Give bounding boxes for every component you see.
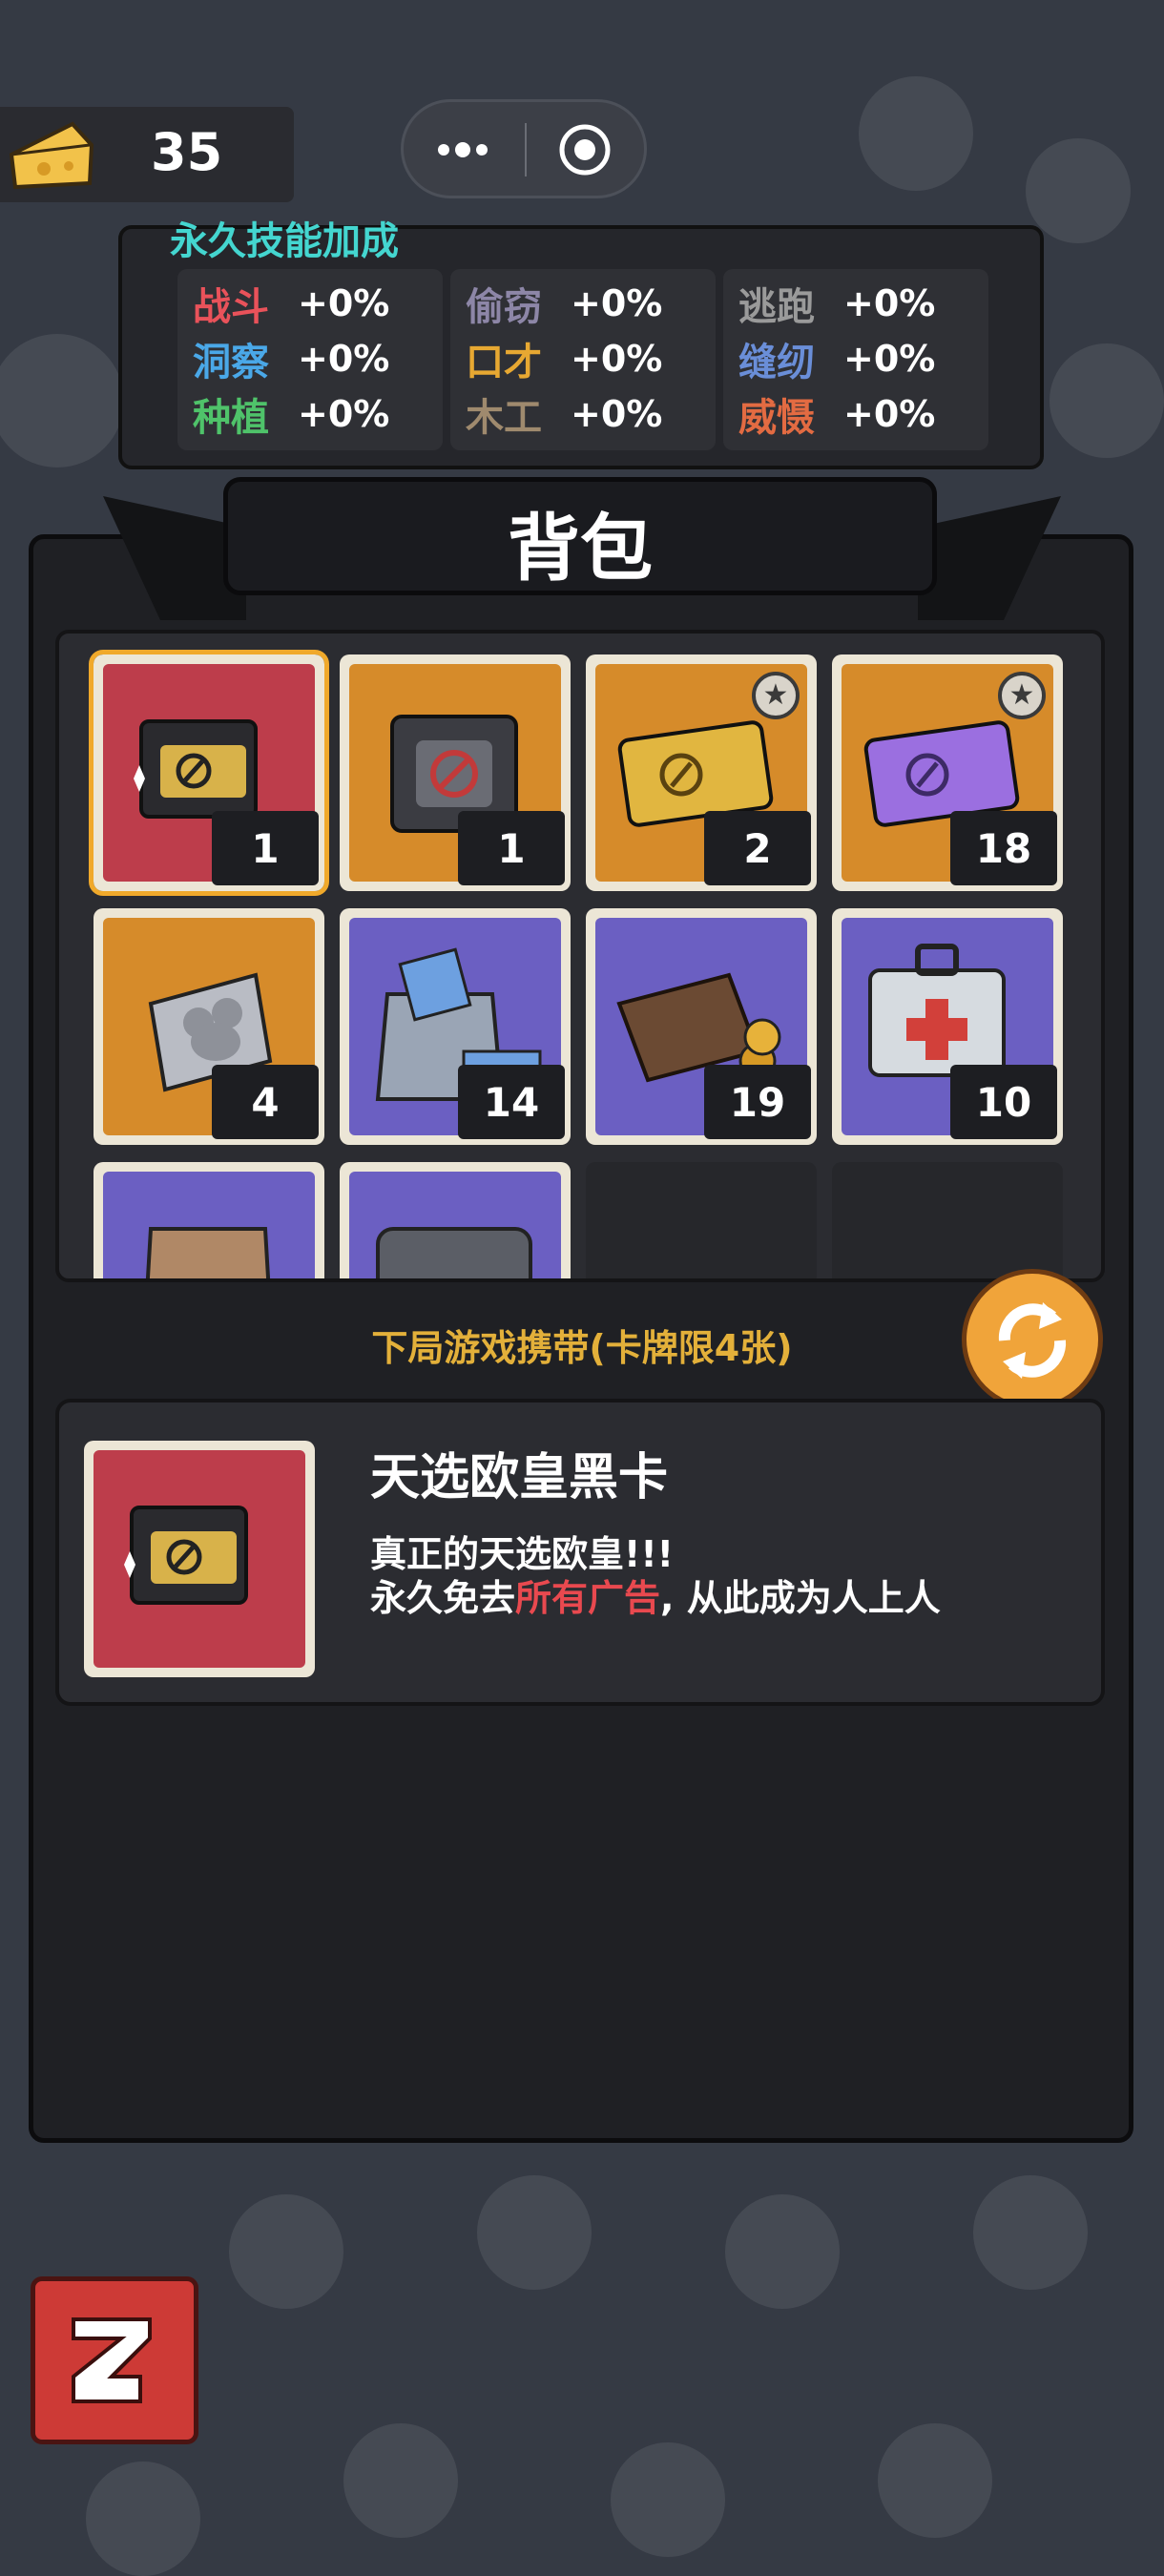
skill-value: +0% (571, 338, 663, 380)
backpack-banner: 背包 (223, 477, 937, 595)
item-card-mouse-token[interactable]: 4 (94, 908, 324, 1145)
desc-highlight: 所有广告 (515, 1577, 661, 1619)
item-detail-panel: 天选欧皇黑卡 真正的天选欧皇!!! 永久免去所有广告, 从此成为人上人 (55, 1399, 1105, 1706)
empty-slot (832, 1162, 1063, 1278)
desc-text: , 从此成为人上人 (660, 1577, 941, 1619)
skill-row: 战斗 +0% (193, 277, 389, 330)
star-badge-icon: ★ (752, 672, 800, 719)
item-count: 14 (458, 1065, 565, 1139)
skill-name: 洞察 (193, 341, 269, 384)
item-count: 19 (704, 1065, 811, 1139)
card-art (94, 1450, 305, 1668)
empty-slot (586, 1162, 817, 1278)
item-card-cash-bag[interactable]: 14 (340, 908, 571, 1145)
skill-name: 口才 (466, 341, 542, 384)
skill-row: 种植 +0% (193, 387, 389, 441)
item-card-black-card[interactable]: 1 (89, 650, 329, 896)
back-button[interactable] (31, 2276, 198, 2444)
skill-row: 威慑 +0% (738, 387, 935, 441)
skill-name: 木工 (466, 396, 542, 440)
item-card-gold-ticket[interactable]: ★ 2 (586, 654, 817, 891)
skill-value: +0% (571, 393, 663, 435)
item-count: 1 (458, 811, 565, 885)
swap-arrows-icon (998, 1302, 1067, 1379)
item-count: 2 (704, 811, 811, 885)
skill-column-3: 逃跑 +0% 缝纫 +0% 威慑 +0% (723, 269, 988, 450)
skill-row: 口才 +0% (466, 332, 662, 385)
metal-case-icon (376, 1227, 532, 1278)
cheese-currency: 35 (0, 107, 294, 202)
skill-name: 逃跑 (738, 285, 815, 329)
skill-value: +0% (843, 338, 936, 380)
item-count: 18 (950, 811, 1057, 885)
item-count: 1 (212, 811, 319, 885)
skill-row: 偷窃 +0% (466, 277, 662, 330)
paper-bag-icon (145, 1227, 271, 1278)
item-card-paper-bag[interactable] (94, 1162, 324, 1278)
card-art (349, 1172, 561, 1278)
skill-bonus-panel: 永久技能加成 战斗 +0% 洞察 +0% 种植 +0% 偷窃 +0% 口才 +0… (118, 219, 1044, 469)
skill-bonus-title: 永久技能加成 (170, 219, 399, 263)
detail-item-card (84, 1441, 315, 1677)
backpack-title: 背包 (508, 506, 653, 591)
skill-name: 战斗 (193, 285, 269, 329)
skill-value: +0% (298, 338, 390, 380)
cheese-amount: 35 (151, 122, 223, 182)
skill-row: 逃跑 +0% (738, 277, 935, 330)
item-description: 真正的天选欧皇!!! 永久免去所有广告, 从此成为人上人 (370, 1532, 941, 1620)
skill-column-1: 战斗 +0% 洞察 +0% 种植 +0% (177, 269, 443, 450)
skill-row: 缝纫 +0% (738, 332, 935, 385)
item-card-purple-ticket[interactable]: ★ 18 (832, 654, 1063, 891)
desc-text: 永久免去 (370, 1577, 516, 1619)
skill-value: +0% (298, 393, 390, 435)
star-badge-icon: ★ (998, 672, 1046, 719)
item-card-wallet[interactable]: 19 (586, 908, 817, 1145)
card-art (103, 1172, 315, 1278)
item-name: 天选欧皇黑卡 (370, 1449, 669, 1506)
cheese-icon (9, 121, 94, 190)
skill-value: +0% (843, 282, 936, 324)
desc-line-1: 真正的天选欧皇!!! (370, 1533, 674, 1575)
skill-name: 缝纫 (738, 341, 815, 384)
item-count: 10 (950, 1065, 1057, 1139)
skill-row: 洞察 +0% (193, 332, 389, 385)
black-card-box-icon (124, 1506, 248, 1605)
target-icon[interactable] (556, 121, 613, 178)
skill-name: 威慑 (738, 396, 815, 440)
item-card-first-aid-kit[interactable]: 10 (832, 908, 1063, 1145)
skill-name: 种植 (193, 396, 269, 440)
miniprogram-capsule[interactable] (401, 99, 647, 198)
item-card-metal-case[interactable] (340, 1162, 571, 1278)
skill-value: +0% (843, 393, 936, 435)
item-grid[interactable]: 1 1 ★ 2 ★ 18 4 14 19 10 (55, 630, 1105, 1282)
skill-row: 木工 +0% (466, 387, 662, 441)
skill-value: +0% (571, 282, 663, 324)
swap-button[interactable] (962, 1269, 1103, 1410)
skill-column-2: 偷窃 +0% 口才 +0% 木工 +0% (450, 269, 716, 450)
back-arrow-icon (72, 2317, 152, 2403)
item-count: 4 (212, 1065, 319, 1139)
capsule-divider (525, 123, 527, 177)
skill-value: +0% (298, 282, 390, 324)
skill-name: 偷窃 (466, 285, 542, 329)
desc-line-2: 永久免去所有广告, 从此成为人上人 (370, 1576, 941, 1620)
item-card-no-ads-pack[interactable]: 1 (340, 654, 571, 891)
more-icon[interactable] (434, 131, 491, 169)
